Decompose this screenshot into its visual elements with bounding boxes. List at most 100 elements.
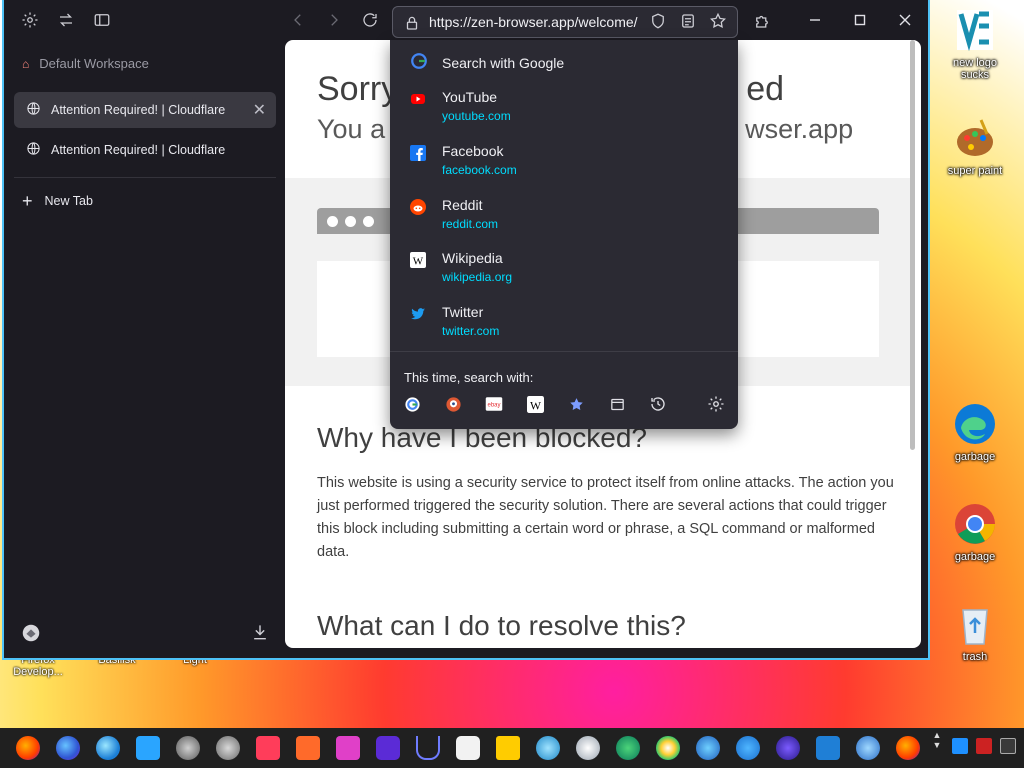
tab-inactive[interactable]: Attention Required! | Cloudflare [14,132,276,168]
history-icon[interactable] [649,395,667,413]
minimize-icon[interactable] [801,8,829,32]
settings-gear-icon[interactable] [17,7,43,33]
paint-palette-icon [951,114,999,162]
suggestion-twitter[interactable]: Twitter twitter.com [410,304,730,348]
desktop-icon-label: garbage [954,551,996,563]
tab-active[interactable]: Attention Required! | Cloudflare ✕ [14,92,276,128]
taskbar [0,728,1024,768]
new-tab-label: New Tab [44,194,93,208]
downloads-icon[interactable] [250,622,270,647]
desktop-icon-new-logo-sucks[interactable]: new logo sucks [940,6,1010,81]
green-browser-icon[interactable] [616,736,640,760]
tray-app-icon[interactable] [952,738,968,754]
tabs-icon[interactable] [608,395,626,413]
tray-display-icon[interactable] [1000,738,1016,754]
plus-icon: + [22,191,33,211]
shield-icon[interactable] [645,8,671,34]
google-icon [410,52,428,73]
fox-red-icon[interactable] [256,736,280,760]
sidebar-toggle-icon[interactable] [89,7,115,33]
ebay-icon[interactable]: ebay [485,395,503,413]
firefox-nightly-icon[interactable] [896,736,920,760]
resolve-heading: What can I do to resolve this? [317,610,686,641]
fox-orange-icon[interactable] [296,736,320,760]
m-browser-icon[interactable] [496,736,520,760]
logo-shortcut-icon [951,6,999,54]
desktop-icon-garbage-edge[interactable]: garbage [940,400,1010,463]
dropdown-divider [390,351,738,352]
suggestion-facebook[interactable]: Facebook facebook.com [410,143,730,187]
firefox-icon[interactable] [16,736,40,760]
white-sphere-icon[interactable] [576,736,600,760]
reload-icon[interactable] [357,7,383,33]
profile-avatar-icon[interactable] [20,622,42,649]
bookmark-star-icon[interactable] [705,8,731,34]
lock-icon[interactable] [399,10,425,36]
svg-text:ebay: ebay [487,402,500,408]
twitter-icon [410,306,426,322]
reddit-icon [410,199,426,215]
bookmarks-star-icon[interactable] [567,395,585,413]
suggestion-wikipedia[interactable]: W Wikipedia wikipedia.org [410,250,730,294]
url-text[interactable]: https://zen-browser.app/welcome/ [429,14,638,30]
rainbow-browser-icon[interactable] [656,736,680,760]
desktop-icon-trash[interactable]: trash [940,600,1010,663]
back-arrow-icon[interactable] [285,7,311,33]
this-time-search-label: This time, search with: [404,370,534,385]
workspace-selector[interactable]: ⌂ Default Workspace [22,56,149,71]
u-browser-icon[interactable] [416,736,440,760]
globe-icon [26,141,41,159]
desktop-icon-label: trash [962,651,988,663]
url-suggestions-dropdown: Search with Google YouTube youtube.com F… [390,40,738,429]
tab-title: Attention Required! | Cloudflare [51,143,226,157]
close-window-icon[interactable] [891,8,919,32]
svg-text:W: W [413,256,424,268]
recycle-bin-icon [951,600,999,648]
sync-arrows-icon[interactable] [53,7,79,33]
blue-bird-icon[interactable] [856,736,880,760]
browser-window: https://zen-browser.app/welcome/ ⌂ Defau… [2,0,930,660]
suggestion-youtube[interactable]: YouTube youtube.com [410,89,730,133]
search-with-label: Search with Google [442,54,565,71]
firefox-developer-icon[interactable] [56,736,80,760]
tab-title: Attention Required! | Cloudflare [51,103,226,117]
desktop-icon-super-paint[interactable]: super paint [940,114,1010,177]
blocked-paragraph: This website is using a security service… [317,475,894,560]
zen-browser-icon[interactable] [456,736,480,760]
tray-security-icon[interactable] [976,738,992,754]
suggestion-reddit[interactable]: Reddit reddit.com [410,197,730,241]
blue-globe-icon[interactable] [696,736,720,760]
google-icon[interactable] [403,395,421,413]
purple-gem-icon[interactable] [776,736,800,760]
extensions-puzzle-icon[interactable] [749,8,775,34]
search-with-google-row[interactable]: Search with Google [410,52,564,73]
blue-sphere-icon[interactable] [736,736,760,760]
page-scrollbar[interactable] [910,40,915,450]
reader-view-icon[interactable] [675,8,701,34]
floorp-icon[interactable] [376,736,400,760]
pale-moon-icon[interactable] [536,736,560,760]
globe-icon [26,101,41,119]
desktop-icon-garbage-chrome[interactable]: garbage [940,500,1010,563]
wikipedia-icon[interactable]: W [526,395,544,413]
close-tab-icon[interactable]: ✕ [253,100,266,120]
fox-pink-icon[interactable] [336,736,360,760]
duckduckgo-icon[interactable] [444,395,462,413]
forward-arrow-icon[interactable] [321,7,347,33]
raccoon-alt-icon[interactable] [216,736,240,760]
wikipedia-icon: W [410,252,426,268]
sidebar-divider [14,177,276,178]
w-browser-icon[interactable] [136,736,160,760]
maximize-icon[interactable] [846,8,874,32]
waterfox-icon[interactable] [96,736,120,760]
tray-overflow-chevron-icon[interactable]: ▲ ▼ [930,730,944,766]
edge-browser-icon [951,400,999,448]
chrome-browser-icon [951,500,999,548]
desktop-icon-label: new logo sucks [952,57,998,81]
desktop-icon-label: garbage [954,451,996,463]
raccoon-icon[interactable] [176,736,200,760]
new-tab-button[interactable]: + New Tab [22,191,93,211]
workspace-name: Default Workspace [39,56,149,71]
waterfox-alt-icon[interactable] [816,736,840,760]
settings-gear-icon[interactable] [707,395,725,413]
